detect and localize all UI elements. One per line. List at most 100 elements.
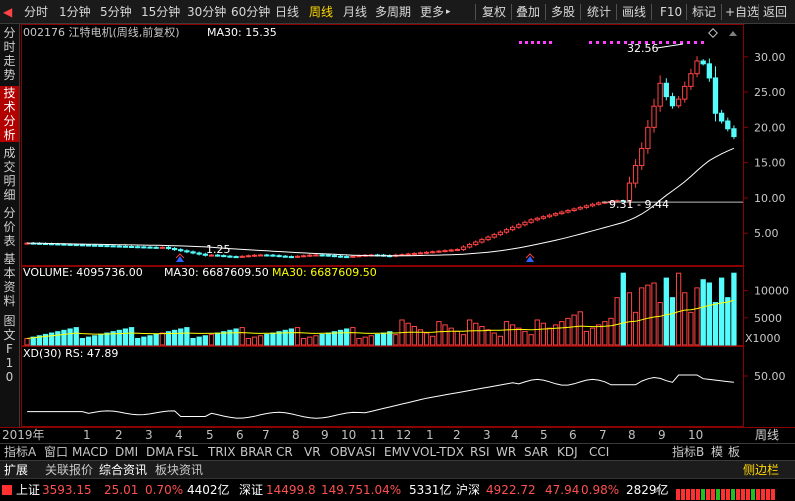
volume-bar: [620, 272, 626, 346]
candle-body: [669, 96, 676, 107]
date-tick-label: 1: [83, 428, 91, 442]
indicator-tab-asi[interactable]: ASI: [356, 444, 375, 460]
sidebar-item-technical[interactable]: 技术分析: [0, 86, 19, 142]
mark-button[interactable]: 标记: [692, 0, 716, 24]
indicator-tab-窗口[interactable]: 窗口: [44, 444, 68, 460]
sidebar-toggle[interactable]: 侧边栏: [743, 461, 779, 479]
market-breadth-bar: [676, 485, 776, 500]
date-tick-label: 2: [115, 428, 123, 442]
candle-body: [165, 246, 172, 249]
period-monthly[interactable]: 月线: [343, 0, 367, 24]
return-button[interactable]: 返回: [763, 0, 787, 24]
candle-body: [417, 252, 424, 255]
date-tick-label: 6: [236, 428, 244, 442]
back-arrow-icon[interactable]: ◀: [3, 0, 12, 24]
candle-body: [196, 252, 202, 255]
candle-body: [184, 250, 190, 253]
search-icon[interactable]: ⌕: [655, 479, 662, 501]
candle-body: [651, 105, 657, 128]
expand-tab[interactable]: 扩展: [4, 461, 28, 479]
volume-bar: [49, 332, 55, 346]
diamond-icon[interactable]: [708, 28, 718, 38]
sector-news-tab[interactable]: 板块资讯: [155, 461, 203, 479]
scroll-up-icon[interactable]: [729, 31, 737, 36]
adjust-button[interactable]: 复权: [482, 0, 506, 24]
multi-stock-button[interactable]: 多股: [551, 0, 575, 24]
period-5min[interactable]: 5分钟: [100, 0, 132, 24]
stats-button[interactable]: 统计: [587, 0, 611, 24]
hs-price: 4922.72: [486, 483, 536, 497]
indicator-tab-kdj[interactable]: KDJ: [557, 444, 578, 460]
overlay-button[interactable]: 叠加: [516, 0, 540, 24]
sidebar-item-price-table[interactable]: 分价表: [0, 206, 19, 248]
period-1min[interactable]: 1分钟: [59, 0, 91, 24]
period-15min[interactable]: 15分钟: [141, 0, 180, 24]
sidebar-item-trades[interactable]: 成交明细: [0, 146, 19, 202]
candle-body: [466, 244, 473, 248]
sidebar-item-profile[interactable]: 基本资料: [0, 252, 19, 308]
indicator-tab-obv[interactable]: OBV: [330, 444, 356, 460]
more-arrow-icon[interactable]: ▸: [446, 0, 451, 24]
volume-tick-label: 5000: [754, 312, 782, 325]
period-multi[interactable]: 多周期: [375, 0, 411, 24]
indicator-tab-dmi[interactable]: DMI: [115, 444, 138, 460]
indicator-tab-cr[interactable]: CR: [276, 444, 293, 460]
price-tick-label: 25.00: [754, 86, 786, 99]
price-panel-border: [21, 24, 744, 266]
date-tick-label: 2019年: [2, 428, 45, 442]
indicator-tab-macd[interactable]: MACD: [72, 444, 108, 460]
indicator-tab-wr[interactable]: WR: [496, 444, 516, 460]
sh-amount: 4402亿: [187, 483, 230, 497]
volume-bar: [128, 327, 135, 346]
draw-line-button[interactable]: 画线: [622, 0, 646, 24]
f10-button[interactable]: F10: [660, 0, 682, 24]
date-tick-label: 12: [396, 428, 412, 442]
indicator-tab-brar[interactable]: BRAR: [240, 444, 273, 460]
volume-bar: [528, 334, 534, 346]
chart-area[interactable]: 002176 江特电机(周线,前复权) MA30: 15.35 32.56 1.…: [21, 24, 795, 460]
chart-canvas[interactable]: 002176 江特电机(周线,前复权) MA30: 15.35 32.56 1.…: [21, 24, 795, 427]
date-tick-label: 6: [569, 428, 577, 442]
candle-body: [227, 255, 233, 258]
indicator-tab-emv[interactable]: EMV: [384, 444, 410, 460]
indicator-tab-fsl[interactable]: FSL: [177, 444, 198, 460]
volume-bar: [626, 292, 633, 346]
sidebar-item-f10[interactable]: 图文F10: [0, 314, 19, 384]
sh-change: 25.01: [104, 483, 139, 497]
indicator-tab-right[interactable]: 指标B: [672, 444, 704, 460]
volume-bar: [534, 319, 540, 346]
indicator-tab-指标a[interactable]: 指标A: [4, 444, 36, 460]
add-watchlist-button[interactable]: +自选: [725, 0, 759, 24]
period-60min[interactable]: 60分钟: [231, 0, 270, 24]
volume-bar: [196, 336, 202, 346]
period-weekly[interactable]: 周线: [309, 0, 333, 24]
related-quote-tab[interactable]: 关联报价: [45, 461, 93, 479]
date-axis: 2019年 1 2 3 4 5 6 7 8 9 10 11 12 1 2 3 4 5 6 7 8 9 10 周线: [0, 427, 795, 443]
volume-bar: [98, 333, 104, 346]
indicator-tab-rsi[interactable]: RSI: [470, 444, 490, 460]
period-daily[interactable]: 日线: [275, 0, 299, 24]
indicator-tab-cci[interactable]: CCI: [589, 444, 609, 460]
sidebar-item-intraday[interactable]: 分时走势: [0, 26, 19, 82]
volume-bar: [503, 321, 510, 346]
indicator-tab-vol-tdx[interactable]: VOL-TDX: [412, 444, 464, 460]
volume-bar: [571, 314, 577, 346]
indicator-tab-sar[interactable]: SAR: [524, 444, 548, 460]
indicator-tab-trix[interactable]: TRIX: [208, 444, 235, 460]
volume-bar: [712, 302, 719, 346]
volume-bar: [559, 321, 565, 346]
indicator-tab-right[interactable]: 板: [728, 444, 740, 460]
indicator-tab-right[interactable]: 模: [711, 444, 723, 460]
hs-pct: 0.98%: [581, 483, 620, 497]
indicator-tab-dma[interactable]: DMA: [146, 444, 174, 460]
period-30min[interactable]: 30分钟: [187, 0, 226, 24]
volume-bar: [374, 333, 381, 346]
candle-body: [405, 253, 411, 256]
indicator-tab-vr[interactable]: VR: [304, 444, 321, 460]
period-fenshi[interactable]: 分时: [24, 0, 48, 24]
volume-bar: [602, 321, 608, 346]
candle-body: [171, 247, 178, 251]
candle-body: [657, 82, 663, 107]
period-more[interactable]: 更多: [420, 0, 444, 24]
date-tick-label: 3: [483, 428, 491, 442]
